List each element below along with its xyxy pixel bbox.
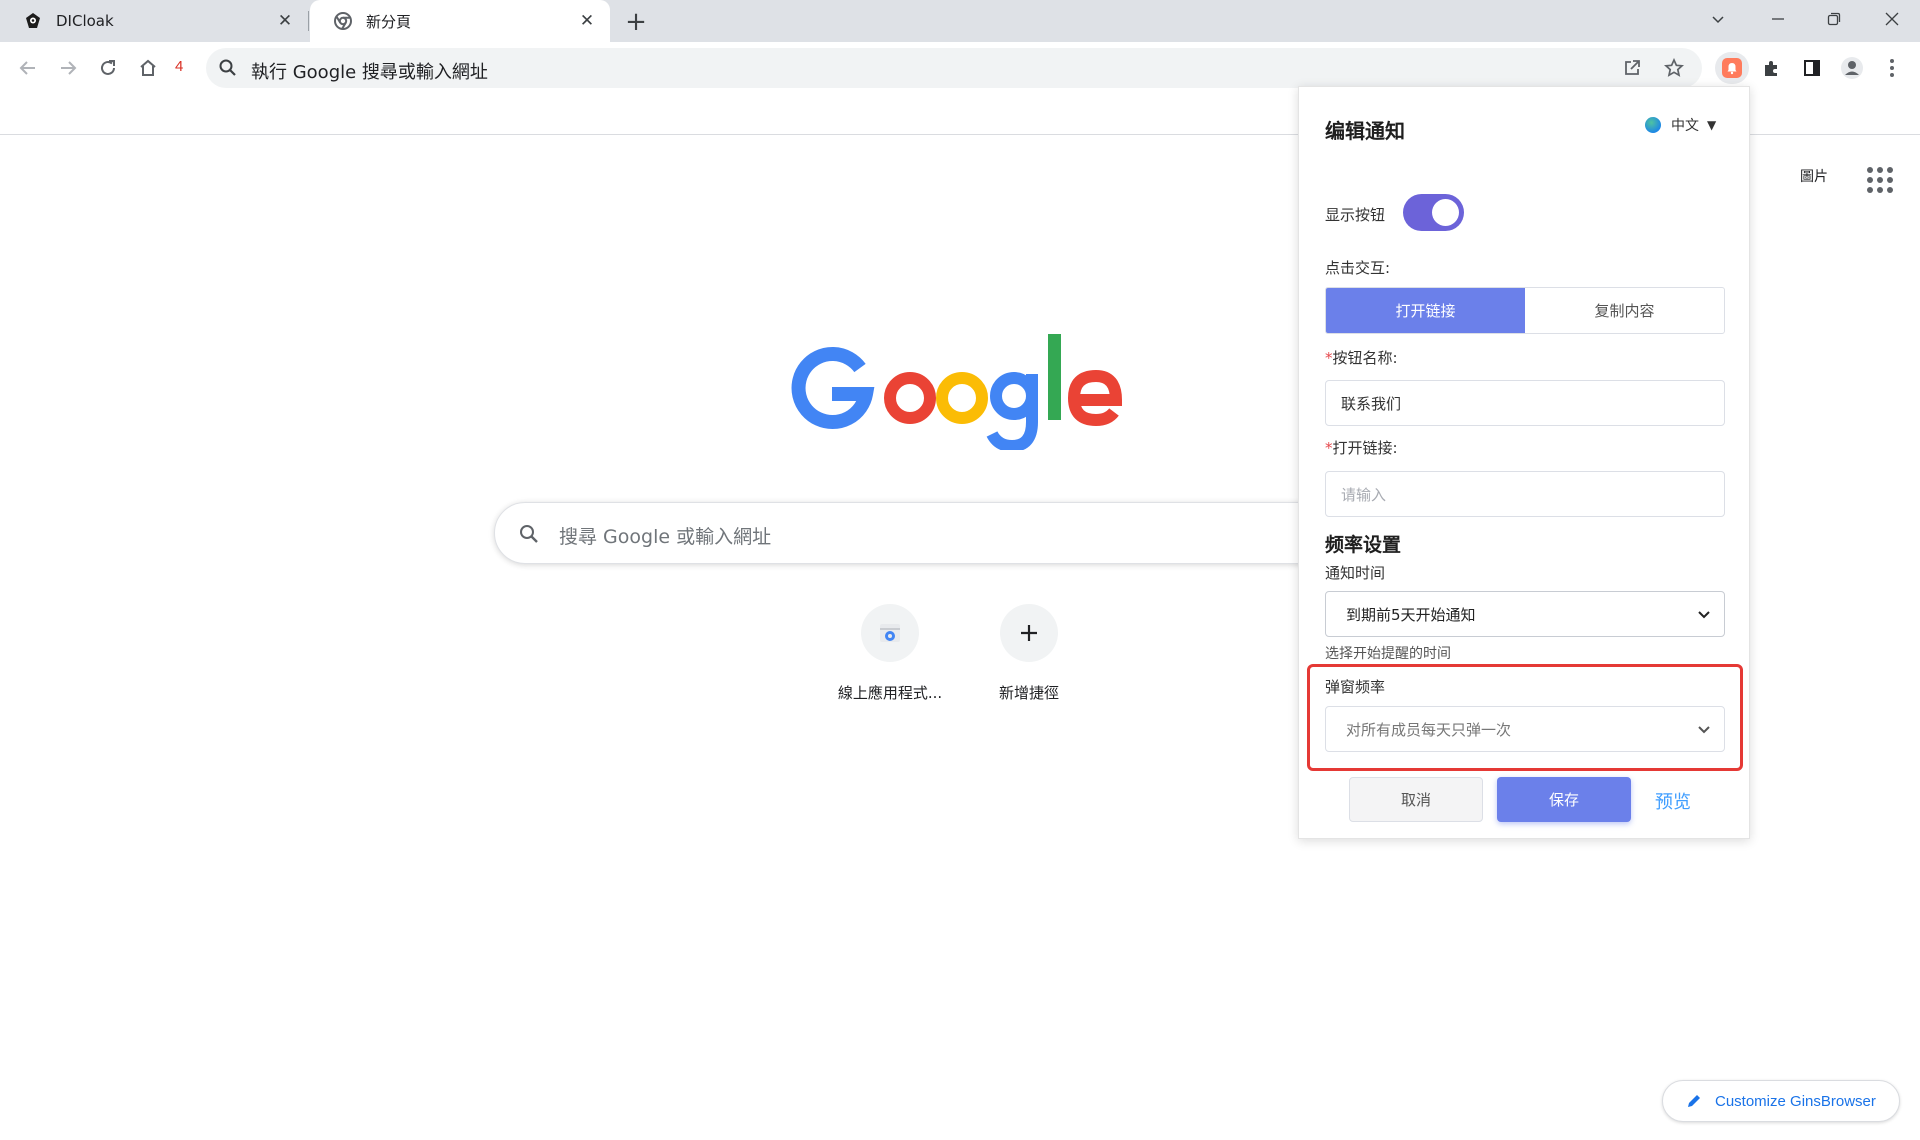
required-mark: * xyxy=(1325,439,1333,457)
chevron-down-icon xyxy=(1698,726,1710,734)
menu-kebab-icon[interactable] xyxy=(1876,52,1908,84)
open-link-label: *打开链接: xyxy=(1325,439,1398,457)
images-link[interactable]: 圖片 xyxy=(1800,166,1828,186)
popup-frequency-label: 弹窗频率 xyxy=(1325,678,1386,696)
close-window-icon[interactable] xyxy=(1870,0,1914,38)
language-selector[interactable]: 中文 ▼ xyxy=(1645,115,1716,135)
extension-count-badge: 4 xyxy=(175,58,184,75)
forward-arrow-icon[interactable] xyxy=(52,52,84,84)
shortcut-web-apps[interactable]: 線上應用程式... xyxy=(820,604,960,703)
notify-time-hint: 选择开始提醒的时间 xyxy=(1325,646,1451,662)
minimize-icon[interactable] xyxy=(1756,0,1800,38)
customize-label: Customize GinsBrowser xyxy=(1715,1092,1876,1110)
preview-link[interactable]: 预览 xyxy=(1655,788,1691,814)
chevron-down-icon[interactable] xyxy=(1696,0,1740,38)
tab-separator xyxy=(308,11,309,31)
edit-notification-popup: 编辑通知 中文 ▼ 显示按钮 点击交互: 打开链接 复制内容 *按钮名称: 联系… xyxy=(1298,86,1750,839)
click-interaction-label: 点击交互: xyxy=(1325,259,1391,277)
notify-time-label: 通知时间 xyxy=(1325,564,1386,582)
popup-frequency-value: 对所有成员每天只弹一次 xyxy=(1346,720,1512,739)
tab-title: DICloak xyxy=(56,12,114,30)
click-interaction-segmented: 打开链接 复制内容 xyxy=(1325,287,1725,334)
notify-time-select[interactable]: 到期前5天开始通知 xyxy=(1325,591,1725,637)
side-panel-icon[interactable] xyxy=(1796,52,1828,84)
web-app-store-icon xyxy=(861,604,919,662)
close-tab-icon[interactable]: ✕ xyxy=(576,10,598,32)
plus-icon xyxy=(1000,604,1058,662)
address-bar-text: 執行 Google 搜尋或輸入網址 xyxy=(251,62,488,83)
share-icon[interactable] xyxy=(1618,54,1646,82)
google-logo xyxy=(791,334,1123,450)
new-tab-plus-icon[interactable]: + xyxy=(620,7,652,37)
popup-title: 编辑通知 xyxy=(1325,119,1405,143)
search-icon xyxy=(218,58,238,78)
chrome-icon xyxy=(334,12,352,30)
show-button-toggle[interactable] xyxy=(1403,194,1464,231)
address-bar[interactable]: 執行 Google 搜尋或輸入網址 xyxy=(206,48,1702,88)
shortcut-add[interactable]: 新增捷徑 xyxy=(959,604,1099,703)
save-button[interactable]: 保存 xyxy=(1497,777,1631,822)
button-name-label: *按钮名称: xyxy=(1325,349,1398,367)
pencil-icon xyxy=(1688,1095,1700,1107)
shortcut-label: 新增捷徑 xyxy=(998,684,1059,702)
button-name-input[interactable]: 联系我们 xyxy=(1325,380,1725,426)
tab-strip: DICloak ✕ 新分頁 ✕ + xyxy=(0,0,1920,42)
segment-copy-content[interactable]: 复制内容 xyxy=(1525,288,1724,333)
tab-dicloak[interactable]: DICloak ✕ xyxy=(0,0,308,42)
show-button-label: 显示按钮 xyxy=(1325,206,1386,224)
popup-frequency-select[interactable]: 对所有成员每天只弹一次 xyxy=(1325,706,1725,752)
search-placeholder: 搜尋 Google 或輸入網址 xyxy=(559,526,772,548)
profile-avatar-icon[interactable] xyxy=(1836,52,1868,84)
restore-icon[interactable] xyxy=(1812,0,1856,38)
language-label: 中文 xyxy=(1671,118,1699,134)
segment-open-link[interactable]: 打开链接 xyxy=(1326,288,1525,333)
globe-icon xyxy=(1645,117,1661,133)
shortcut-label: 線上應用程式... xyxy=(837,684,943,702)
google-search-box[interactable]: 搜尋 Google 或輸入網址 xyxy=(494,502,1434,564)
bell-icon xyxy=(1722,58,1742,78)
close-tab-icon[interactable]: ✕ xyxy=(274,10,296,32)
dicloak-logo-icon xyxy=(24,12,42,30)
home-icon[interactable] xyxy=(132,52,164,84)
tab-title: 新分頁 xyxy=(366,12,412,31)
apps-grid-icon[interactable] xyxy=(1862,162,1893,193)
chevron-down-icon xyxy=(1698,611,1710,619)
notify-time-value: 到期前5天开始通知 xyxy=(1346,605,1476,624)
cancel-button[interactable]: 取消 xyxy=(1349,777,1483,822)
tab-new-tab[interactable]: 新分頁 ✕ xyxy=(310,0,610,42)
notification-extension-icon[interactable] xyxy=(1715,52,1749,84)
puzzle-extensions-icon[interactable] xyxy=(1756,52,1788,84)
customize-browser-button[interactable]: Customize GinsBrowser xyxy=(1662,1080,1900,1122)
toggle-knob xyxy=(1432,199,1459,226)
caret-down-icon: ▼ xyxy=(1707,118,1717,132)
frequency-section-heading: 频率设置 xyxy=(1325,534,1402,556)
back-arrow-icon[interactable] xyxy=(12,52,44,84)
required-mark: * xyxy=(1325,349,1333,367)
reload-icon[interactable] xyxy=(92,52,124,84)
star-bookmark-icon[interactable] xyxy=(1660,54,1688,82)
open-link-input[interactable]: 请输入 xyxy=(1325,471,1725,517)
search-icon xyxy=(517,522,541,546)
